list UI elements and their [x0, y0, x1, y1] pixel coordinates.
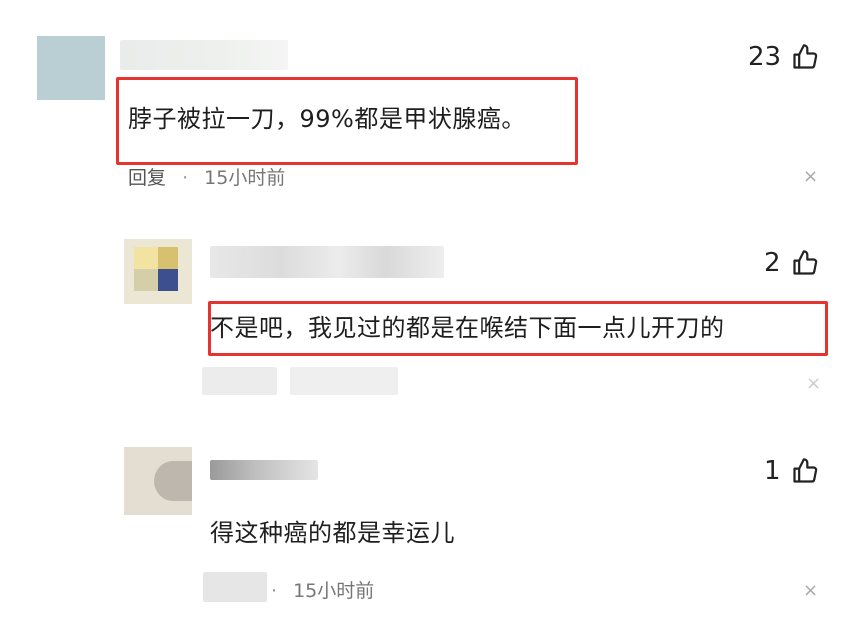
comment-text: 得这种癌的都是幸运儿: [210, 519, 455, 547]
reply-button[interactable]: 回复: [128, 167, 166, 189]
reply-button-blurred[interactable]: [203, 572, 267, 602]
like-count: 2: [764, 248, 781, 278]
separator: ·: [271, 580, 278, 602]
thumbs-up-icon[interactable]: [791, 43, 819, 71]
like-button[interactable]: 2: [764, 248, 819, 278]
comment-meta-blurred: [290, 367, 398, 395]
comment-meta: · 15小时前: [267, 576, 374, 603]
timestamp: 15小时前: [293, 580, 375, 602]
like-button[interactable]: 1: [764, 456, 819, 486]
username[interactable]: [210, 246, 444, 278]
avatar[interactable]: [124, 239, 192, 304]
like-count: 1: [764, 456, 781, 486]
avatar[interactable]: [124, 447, 192, 515]
comment-text: 不是吧，我见过的都是在喉结下面一点儿开刀的: [210, 314, 725, 342]
comment-meta-blurred: [202, 367, 277, 395]
close-icon[interactable]: ×: [806, 375, 821, 393]
comment-meta: 回复 · 15小时前: [128, 163, 285, 190]
timestamp: 15小时前: [204, 167, 286, 189]
like-count: 23: [748, 42, 782, 72]
comment-text: 脖子被拉一刀，99%都是甲状腺癌。: [128, 105, 526, 133]
avatar[interactable]: [37, 36, 105, 100]
thumbs-up-icon[interactable]: [791, 457, 819, 485]
username[interactable]: [210, 460, 318, 480]
close-icon[interactable]: ×: [803, 168, 818, 186]
like-button[interactable]: 23: [748, 42, 819, 72]
thumbs-up-icon[interactable]: [791, 249, 819, 277]
username[interactable]: [120, 40, 288, 70]
close-icon[interactable]: ×: [803, 582, 818, 600]
separator: ·: [182, 167, 189, 189]
